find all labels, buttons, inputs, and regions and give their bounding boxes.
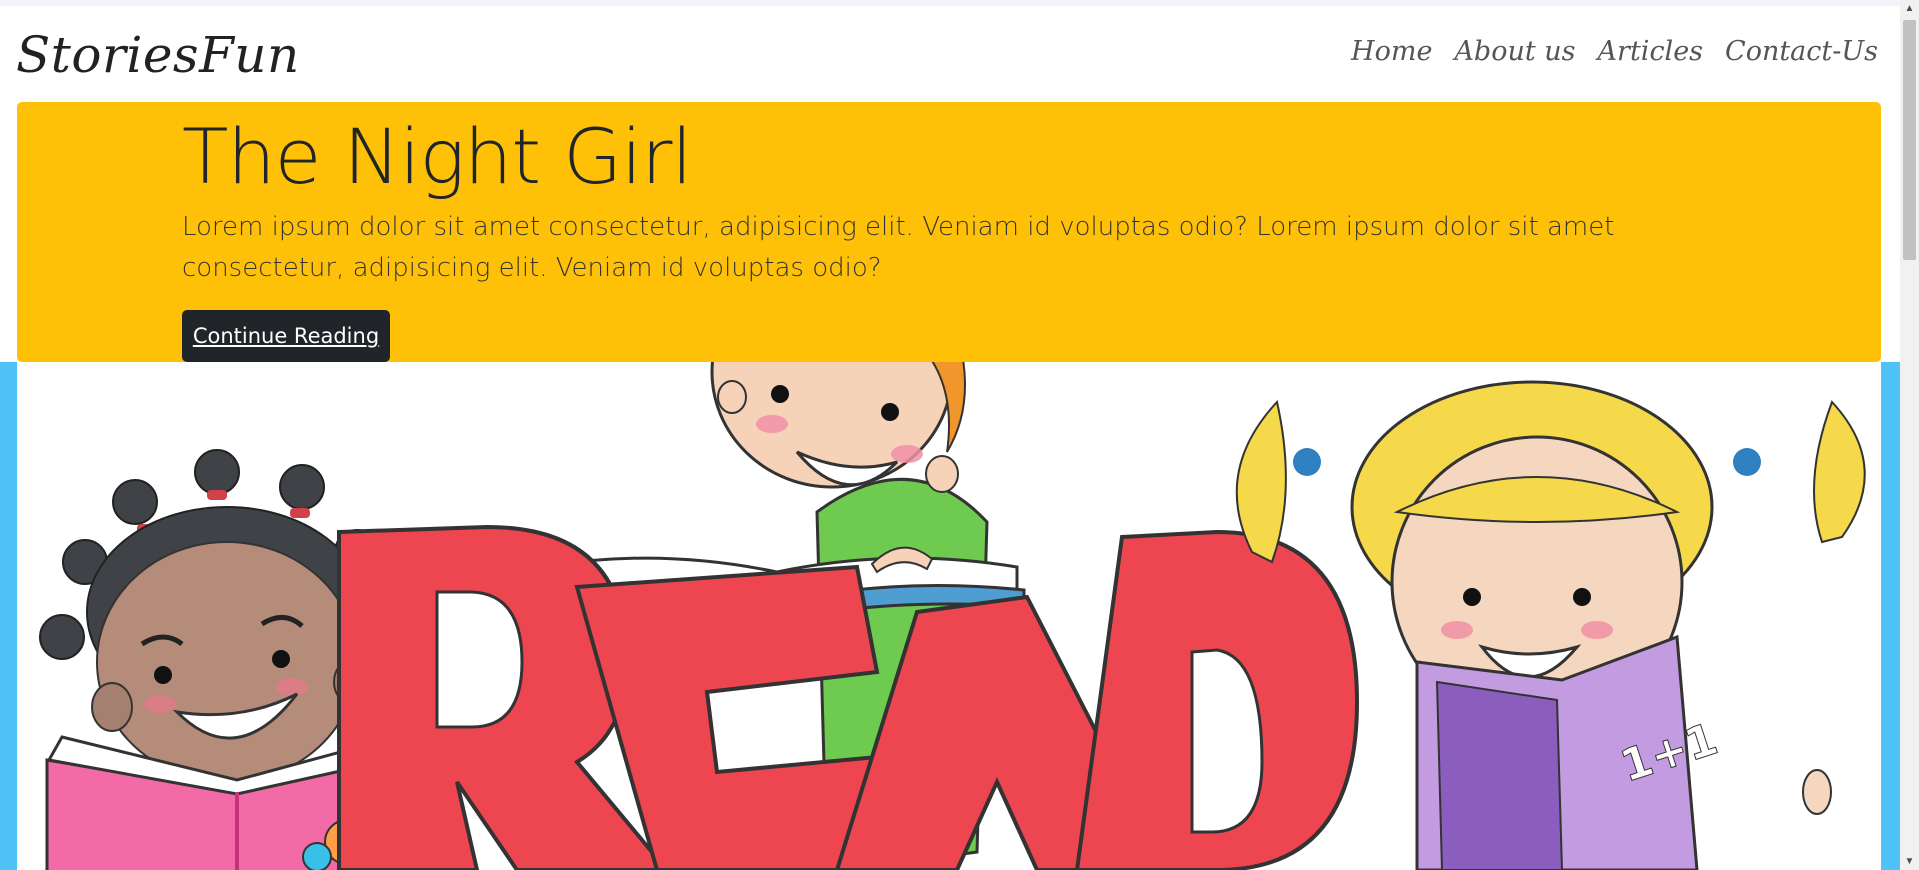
scroll-up-icon[interactable]: ▲ (1900, 0, 1919, 17)
hero-jumbotron: The Night Girl Lorem ipsum dolor sit ame… (17, 102, 1881, 362)
nav-link-contact-us[interactable]: Contact-Us (1725, 36, 1878, 67)
nav-link-home[interactable]: Home (1351, 36, 1432, 67)
kids-reading-illustration: 1+1 (39, 362, 1866, 870)
scrollbar-thumb[interactable] (1903, 20, 1916, 260)
hero-title: The Night Girl (182, 112, 693, 201)
navbar: StoriesFun Home About us Articles Contac… (0, 6, 1900, 102)
hero-illustration: 1+1 (17, 362, 1881, 870)
vertical-scrollbar[interactable]: ▲ ▼ (1900, 0, 1919, 870)
nav-links: Home About us Articles Contact-Us (1351, 36, 1878, 67)
hero-description: Lorem ipsum dolor sit amet consectetur, … (182, 212, 1615, 283)
brand-logo[interactable]: StoriesFun (16, 26, 300, 84)
scroll-down-icon[interactable]: ▼ (1900, 853, 1919, 870)
continue-reading-button[interactable]: Continue Reading (182, 310, 390, 362)
nav-link-articles[interactable]: Articles (1598, 36, 1703, 67)
nav-link-about-us[interactable]: About us (1454, 36, 1575, 67)
